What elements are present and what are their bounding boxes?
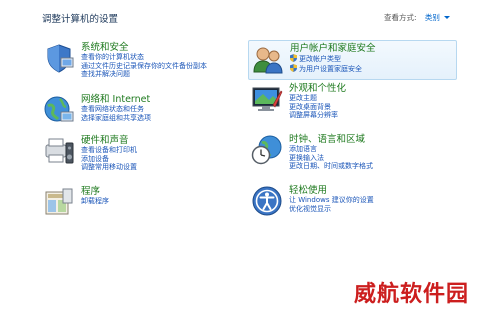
link-network-status[interactable]: 查看网络状态和任务 xyxy=(81,105,151,114)
link-change-input-method[interactable]: 更换输入法 xyxy=(289,154,373,163)
category-title-appearance[interactable]: 外观和个性化 xyxy=(289,83,346,94)
link-date-time-format[interactable]: 更改日期、时间或数字格式 xyxy=(289,162,373,171)
category-clock-language: 时钟、语言和区域 添加语言 更换输入法 更改日期、时间或数字格式 xyxy=(251,134,461,180)
link-mobility-settings[interactable]: 调整常用移动设置 xyxy=(81,163,137,172)
watermark: 威航软件园 xyxy=(354,281,470,307)
link-view-computer-status[interactable]: 查看你的计算机状态 xyxy=(81,53,207,62)
category-title-system-security[interactable]: 系统和安全 xyxy=(81,42,207,53)
link-desktop-background[interactable]: 更改桌面背景 xyxy=(289,103,346,112)
uac-shield-icon xyxy=(290,54,297,62)
link-change-account-type[interactable]: 更改帐户类型 xyxy=(290,54,376,64)
link-change-account-type-label[interactable]: 更改帐户类型 xyxy=(299,55,341,63)
view-by: 查看方式: 类别 xyxy=(384,12,450,23)
view-by-value[interactable]: 类别 xyxy=(425,13,440,22)
page-title: 调整计算机的设置 xyxy=(42,14,119,25)
link-troubleshoot[interactable]: 查找并解决问题 xyxy=(81,70,207,79)
link-uninstall-program[interactable]: 卸载程序 xyxy=(81,197,109,206)
chevron-down-icon[interactable] xyxy=(443,16,450,19)
link-add-language[interactable]: 添加语言 xyxy=(289,145,373,154)
link-devices-printers[interactable]: 查看设备和打印机 xyxy=(81,146,137,155)
link-change-theme[interactable]: 更改主题 xyxy=(289,94,346,103)
category-title-user-accounts[interactable]: 用户帐户和家庭安全 xyxy=(290,43,376,54)
network-icon[interactable] xyxy=(43,94,75,126)
uac-shield-icon xyxy=(290,63,297,72)
category-title-ease-of-access[interactable]: 轻松使用 xyxy=(289,185,374,196)
category-title-clock-language[interactable]: 时钟、语言和区域 xyxy=(289,134,373,145)
link-family-safety-label[interactable]: 为用户设置家庭安全 xyxy=(299,65,362,73)
category-title-hardware-sound[interactable]: 硬件和声音 xyxy=(81,135,137,146)
hardware-sound-icon[interactable] xyxy=(43,135,75,167)
link-optimize-visual-display[interactable]: 优化视觉显示 xyxy=(289,205,374,214)
system-security-icon[interactable] xyxy=(43,42,75,74)
link-add-device[interactable]: 添加设备 xyxy=(81,155,137,164)
category-ease-of-access: 轻松使用 让 Windows 建议你的设置 优化视觉显示 xyxy=(251,185,461,221)
link-family-safety[interactable]: 为用户设置家庭安全 xyxy=(290,63,376,74)
category-appearance: 外观和个性化 更改主题 更改桌面背景 调整屏幕分辨率 xyxy=(251,83,461,129)
link-screen-resolution[interactable]: 调整屏幕分辨率 xyxy=(289,111,346,120)
category-system-security: 系统和安全 查看你的计算机状态 通过文件历史记录保存你的文件备份副本 查找并解决… xyxy=(43,42,243,90)
category-hardware-sound: 硬件和声音 查看设备和打印机 添加设备 调整常用移动设置 xyxy=(43,135,243,181)
category-title-programs[interactable]: 程序 xyxy=(81,186,109,197)
ease-of-access-icon[interactable] xyxy=(251,185,283,217)
appearance-icon[interactable] xyxy=(251,83,283,115)
programs-icon[interactable] xyxy=(43,186,75,218)
view-by-dropdown[interactable]: 类别 xyxy=(425,13,450,22)
link-file-history-backup[interactable]: 通过文件历史记录保存你的文件备份副本 xyxy=(81,62,207,71)
view-by-label: 查看方式: xyxy=(384,13,417,22)
category-programs: 程序 卸载程序 xyxy=(43,186,243,218)
link-windows-suggest-settings[interactable]: 让 Windows 建议你的设置 xyxy=(289,196,374,205)
category-network-internet: 网络和 Internet 查看网络状态和任务 选择家庭组和共享选项 xyxy=(43,94,243,132)
category-title-network-internet[interactable]: 网络和 Internet xyxy=(81,94,151,105)
clock-language-icon[interactable] xyxy=(251,134,283,166)
user-accounts-icon[interactable] xyxy=(252,44,284,76)
category-user-accounts: 用户帐户和家庭安全 更改帐户类型 为用户设置家庭安全 xyxy=(248,40,457,80)
link-homegroup-sharing[interactable]: 选择家庭组和共享选项 xyxy=(81,114,151,123)
